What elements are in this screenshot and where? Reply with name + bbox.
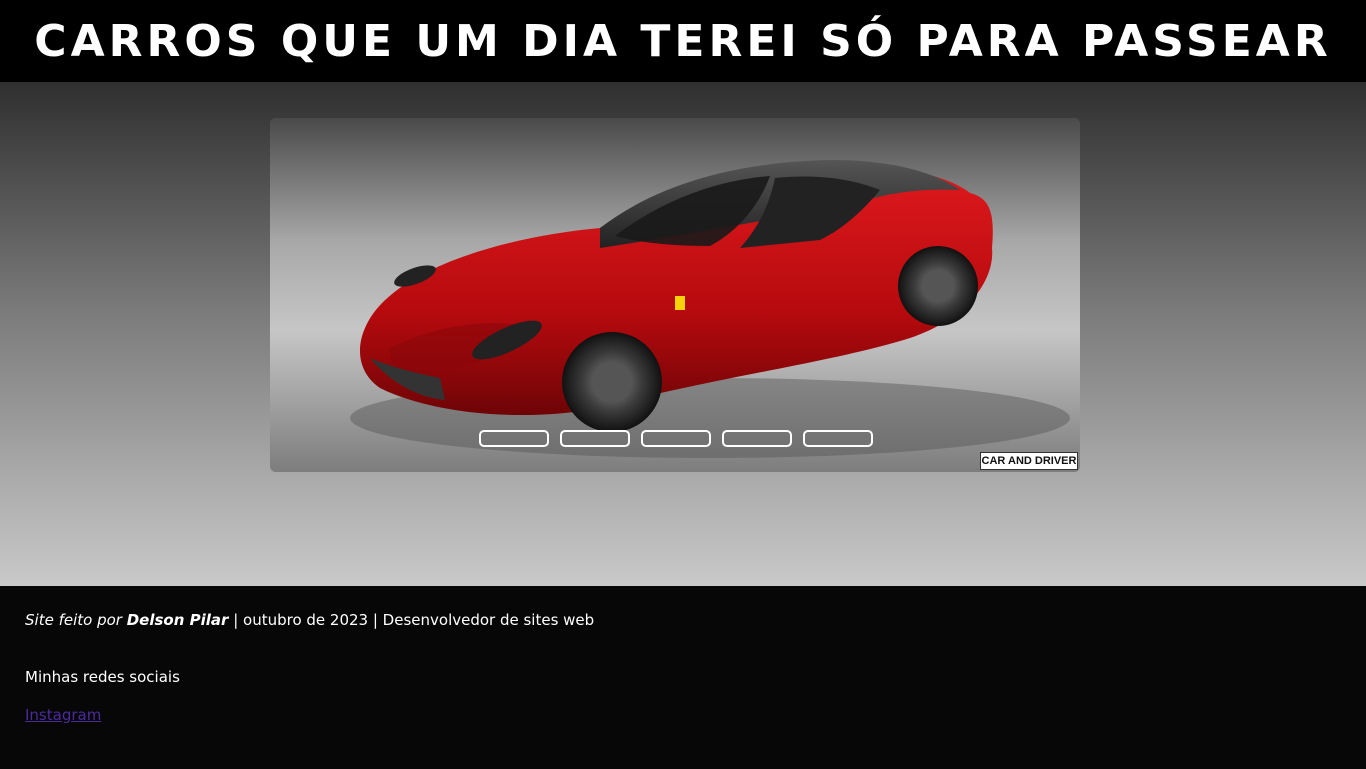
slider-dot-5[interactable]: [803, 430, 873, 447]
slider-dot-1[interactable]: [479, 430, 549, 447]
slider-dot-2[interactable]: [560, 430, 630, 447]
author-name: Delson Pilar: [126, 611, 229, 629]
slider-dot-4[interactable]: [722, 430, 792, 447]
image-slider[interactable]: CAR AND DRIVER: [270, 118, 1080, 472]
credit-suffix: | outubro de 2023 | Desenvolvedor de sit…: [233, 611, 595, 629]
footer-credit: Site feito por Delson Pilar | outubro de…: [25, 611, 594, 629]
site-header: Carros que um dia terei só para passear: [0, 0, 1366, 82]
credit-prefix: Site feito por: [25, 611, 122, 629]
page-title: Carros que um dia terei só para passear: [34, 15, 1332, 67]
car-and-driver-watermark: CAR AND DRIVER: [980, 452, 1078, 470]
site-footer: Site feito por Delson Pilar | outubro de…: [0, 586, 1366, 769]
instagram-link[interactable]: Instagram: [25, 706, 101, 724]
main-content: CAR AND DRIVER: [0, 82, 1366, 586]
social-heading: Minhas redes sociais: [25, 668, 180, 686]
slider-dots: [479, 430, 873, 447]
slide-image-ferrari: [270, 118, 1080, 472]
slider-dot-3[interactable]: [641, 430, 711, 447]
